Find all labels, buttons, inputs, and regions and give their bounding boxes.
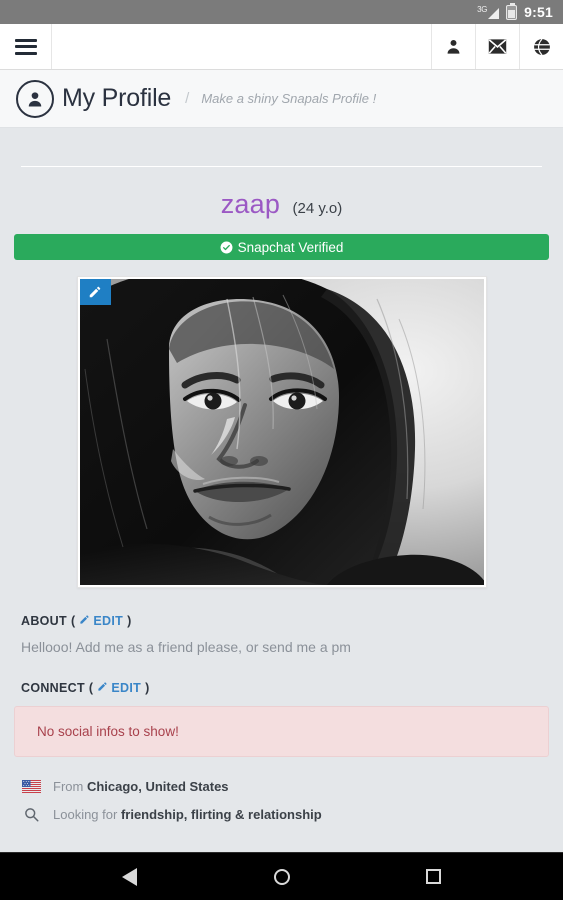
status-clock: 9:51 bbox=[524, 4, 553, 20]
about-title: ABOUT bbox=[21, 614, 67, 628]
hamburger-menu-button[interactable] bbox=[0, 24, 52, 69]
home-circle-icon bbox=[273, 868, 290, 885]
looking-for-row: Looking for friendship, flirting & relat… bbox=[21, 807, 549, 822]
profile-age: (24 y.o) bbox=[292, 200, 343, 217]
connect-edit-label: EDIT bbox=[111, 681, 142, 695]
network-type-label: 3G bbox=[477, 4, 488, 14]
connect-section: CONNECT ( EDIT ) bbox=[14, 681, 549, 695]
page-subtitle: Make a shiny Snapals Profile ! bbox=[201, 91, 377, 106]
signal-icon: 3G bbox=[477, 4, 500, 19]
connect-paren-open: ( bbox=[88, 681, 94, 695]
about-section: ABOUT ( EDIT ) Hellooo! Add me as a frie… bbox=[14, 614, 549, 655]
us-flag-icon bbox=[21, 780, 41, 793]
toolbar-messages-button[interactable] bbox=[475, 24, 519, 69]
globe-icon bbox=[533, 38, 551, 56]
looking-for-prefix: Looking for bbox=[53, 807, 121, 822]
looking-for-value: friendship, flirting & relationship bbox=[120, 807, 322, 822]
hamburger-menu-icon bbox=[14, 35, 37, 58]
toolbar-language-button[interactable] bbox=[519, 24, 563, 69]
location-row: From Chicago, United States bbox=[21, 779, 549, 794]
content-divider bbox=[21, 166, 542, 167]
connect-edit-button[interactable]: EDIT bbox=[97, 681, 141, 695]
connect-title: CONNECT bbox=[21, 681, 85, 695]
back-triangle-icon bbox=[122, 867, 137, 886]
about-paren-close: ) bbox=[127, 614, 132, 628]
user-circle-icon bbox=[16, 79, 54, 118]
location-text: From Chicago, United States bbox=[53, 779, 229, 794]
about-text: Hellooo! Add me as a friend please, or s… bbox=[21, 639, 351, 655]
app-root: 3G 9:51 My Profile / Make a shiny Snapal… bbox=[0, 0, 563, 900]
check-circle-icon bbox=[220, 241, 233, 254]
home-button[interactable] bbox=[261, 856, 303, 898]
about-paren-open: ( bbox=[70, 614, 76, 628]
pencil-icon bbox=[88, 285, 102, 299]
about-edit-button[interactable]: EDIT bbox=[79, 614, 123, 628]
snapchat-verified-badge[interactable]: Snapchat Verified bbox=[14, 234, 549, 260]
looking-for-text: Looking for friendship, flirting & relat… bbox=[53, 807, 322, 822]
profile-photo-frame bbox=[76, 276, 487, 588]
recents-square-icon bbox=[426, 869, 441, 884]
breadcrumb-separator: / bbox=[185, 90, 190, 107]
connect-heading: CONNECT ( EDIT ) bbox=[21, 681, 549, 695]
edit-photo-button[interactable] bbox=[79, 279, 111, 305]
pencil-icon bbox=[97, 681, 108, 695]
pencil-icon bbox=[79, 614, 90, 628]
profile-meta: From Chicago, United States Looking for … bbox=[14, 779, 549, 822]
back-button[interactable] bbox=[109, 856, 151, 898]
profile-content: zaap (24 y.o) Snapchat Verified ABOUT (… bbox=[0, 128, 563, 852]
location-value: Chicago, United States bbox=[86, 779, 229, 794]
app-toolbar bbox=[0, 24, 563, 70]
about-edit-label: EDIT bbox=[93, 614, 124, 628]
android-status-bar: 3G 9:51 bbox=[0, 0, 563, 24]
no-social-info-alert: No social infos to show! bbox=[14, 706, 549, 757]
search-icon bbox=[21, 807, 41, 822]
signal-bars-icon bbox=[488, 7, 500, 19]
toolbar-profile-button[interactable] bbox=[431, 24, 475, 69]
profile-photo[interactable] bbox=[79, 279, 484, 585]
recents-button[interactable] bbox=[413, 856, 455, 898]
android-nav-bar bbox=[0, 852, 563, 900]
page-header: My Profile / Make a shiny Snapals Profil… bbox=[0, 70, 563, 128]
envelope-icon bbox=[488, 38, 507, 55]
profile-photo-image bbox=[79, 279, 484, 585]
person-icon bbox=[445, 38, 462, 55]
connect-paren-close: ) bbox=[145, 681, 150, 695]
profile-name-row: zaap (24 y.o) bbox=[14, 189, 549, 220]
location-prefix: From bbox=[53, 779, 87, 794]
profile-username: zaap bbox=[220, 189, 281, 219]
page-title: My Profile bbox=[62, 84, 172, 112]
battery-icon bbox=[506, 2, 518, 20]
about-heading: ABOUT ( EDIT ) bbox=[21, 614, 549, 628]
verified-label: Snapchat Verified bbox=[237, 239, 344, 255]
